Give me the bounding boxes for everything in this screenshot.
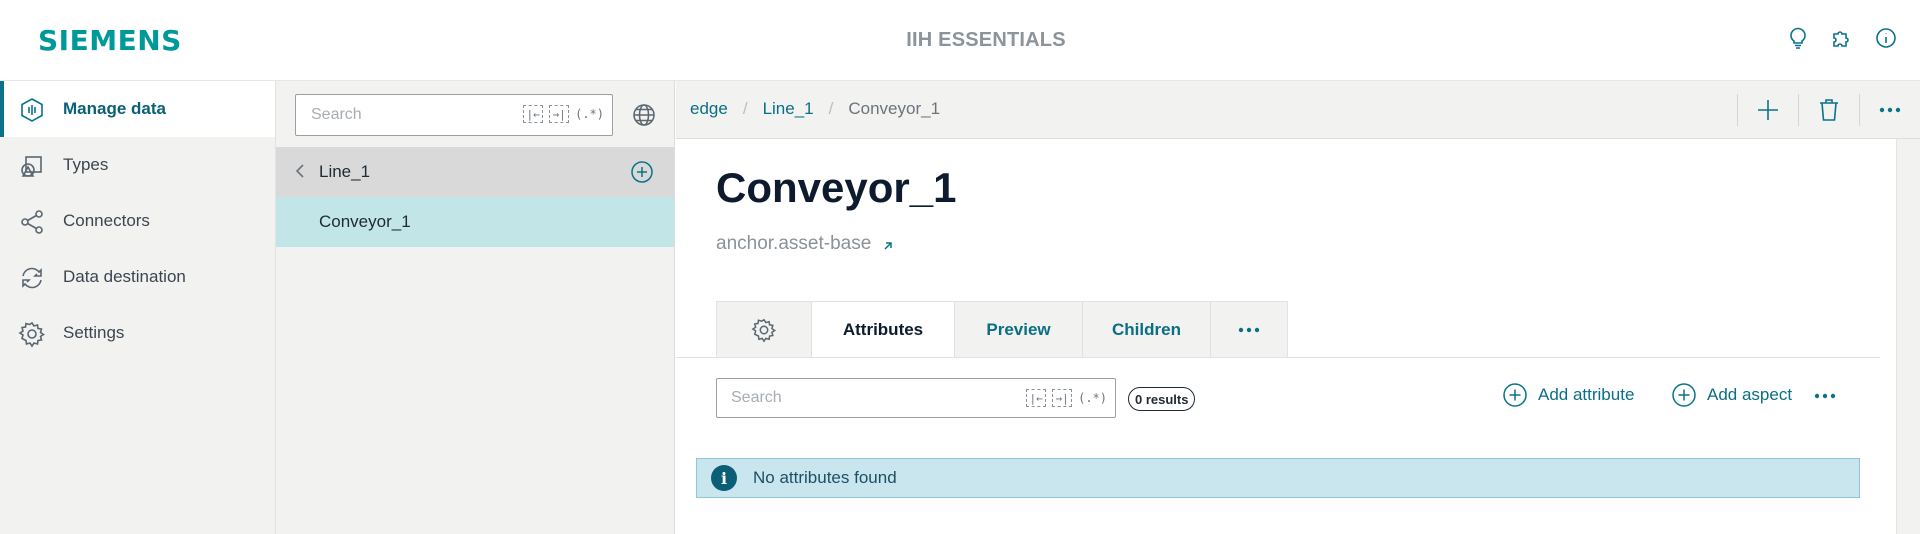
info-icon[interactable] [1872,24,1900,52]
sidebar-item-label: Manage data [63,99,166,118]
sidebar-item-types[interactable]: Types [0,137,275,193]
breadcrumb-current: Conveyor_1 [848,99,941,118]
sidebar-nav: Manage data Types Connectors Data destin… [0,81,276,534]
breadcrumb: edge / Line_1 / Conveyor_1 [690,99,940,119]
empty-state-banner: i No attributes found [696,458,1860,498]
tree-item-label: Conveyor_1 [319,212,411,231]
breadcrumb-separator: / [742,99,748,118]
breadcrumb-item[interactable]: edge [690,99,728,119]
types-icon [18,152,46,180]
tree-parent-row[interactable]: Line_1 [276,147,674,197]
sidebar-item-manage-data[interactable]: Manage data [0,81,275,137]
connectors-icon [18,208,46,236]
more-options-icon [1238,327,1260,333]
main-content: edge / Line_1 / Conveyor_1 Conveyor_1 an… [676,81,1920,534]
match-start-icon[interactable]: |← [1026,389,1047,407]
app-title: IIH ESSENTIALS [906,29,1066,51]
regex-toggle[interactable]: (.*) [1078,391,1107,405]
tab-bar: Attributes Preview Children [716,301,1288,358]
gear-icon [18,320,46,348]
add-attribute-button[interactable]: Add attribute [1502,382,1634,408]
tab-divider [676,357,1880,358]
match-end-icon[interactable]: →| [549,105,570,123]
manage-data-icon [18,96,46,124]
external-link-icon[interactable] [881,237,895,251]
match-end-icon[interactable]: →| [1052,389,1073,407]
sidebar-item-label: Data destination [63,267,186,286]
header-actions [1784,24,1900,52]
add-child-icon[interactable] [630,160,654,184]
attribute-search-input[interactable] [731,389,971,407]
breadcrumb-separator: / [828,99,834,118]
search-options: |← →| (.*) [523,105,604,123]
tab-more[interactable] [1211,302,1287,358]
asset-type: anchor.asset-base [716,233,895,255]
add-aspect-label: Add aspect [1707,385,1793,404]
tree-item-selected[interactable]: Conveyor_1 [276,197,674,247]
scrollbar[interactable] [1896,139,1920,534]
asset-tree-panel: |← →| (.*) Line_1 Conveyor_1 [276,81,675,534]
trash-icon[interactable] [1815,96,1843,124]
sidebar-item-label: Types [63,155,109,174]
tree-search-input[interactable] [311,106,511,124]
divider [1859,94,1860,126]
sidebar-item-label: Settings [63,323,125,342]
chevron-left-icon[interactable] [290,161,310,181]
add-circle-icon [1503,383,1527,407]
breadcrumb-bar: edge / Line_1 / Conveyor_1 [676,81,1920,139]
sidebar-item-label: Connectors [63,211,150,230]
top-bar: SIEMENS IIH ESSENTIALS [0,0,1920,81]
puzzle-icon[interactable] [1828,24,1856,52]
match-start-icon[interactable]: |← [523,105,544,123]
more-options-icon[interactable] [1810,384,1840,408]
attribute-search-field[interactable]: |← →| (.*) [716,378,1116,418]
add-circle-icon [1672,383,1696,407]
empty-state-message: No attributes found [753,468,897,487]
tab-settings[interactable] [717,302,812,358]
search-options: |← →| (.*) [1026,389,1107,407]
divider [1737,94,1738,126]
globe-icon[interactable] [630,101,658,129]
page-title: Conveyor_1 [716,164,957,211]
add-icon[interactable] [1754,96,1782,124]
tab-children[interactable]: Children [1083,302,1211,358]
tab-preview[interactable]: Preview [955,302,1083,358]
tab-attributes[interactable]: Attributes [812,302,955,358]
divider [1798,94,1799,126]
results-badge: 0 results [1128,387,1196,411]
lightbulb-icon[interactable] [1784,24,1812,52]
gear-icon [751,318,777,343]
tree-search-field[interactable]: |← →| (.*) [295,94,613,136]
regex-toggle[interactable]: (.*) [575,107,604,121]
breadcrumb-item[interactable]: Line_1 [763,99,814,119]
asset-type-label[interactable]: anchor.asset-base [716,233,871,255]
data-destination-icon [18,264,46,292]
sidebar-item-connectors[interactable]: Connectors [0,193,275,249]
add-attribute-label: Add attribute [1538,385,1635,404]
add-aspect-button[interactable]: Add aspect [1671,382,1792,408]
sidebar-item-settings[interactable]: Settings [0,305,275,361]
tree-parent-label: Line_1 [319,162,371,181]
sidebar-item-data-destination[interactable]: Data destination [0,249,275,305]
info-icon: i [711,465,737,491]
asset-actions [1721,81,1920,139]
more-options-icon[interactable] [1876,96,1904,124]
